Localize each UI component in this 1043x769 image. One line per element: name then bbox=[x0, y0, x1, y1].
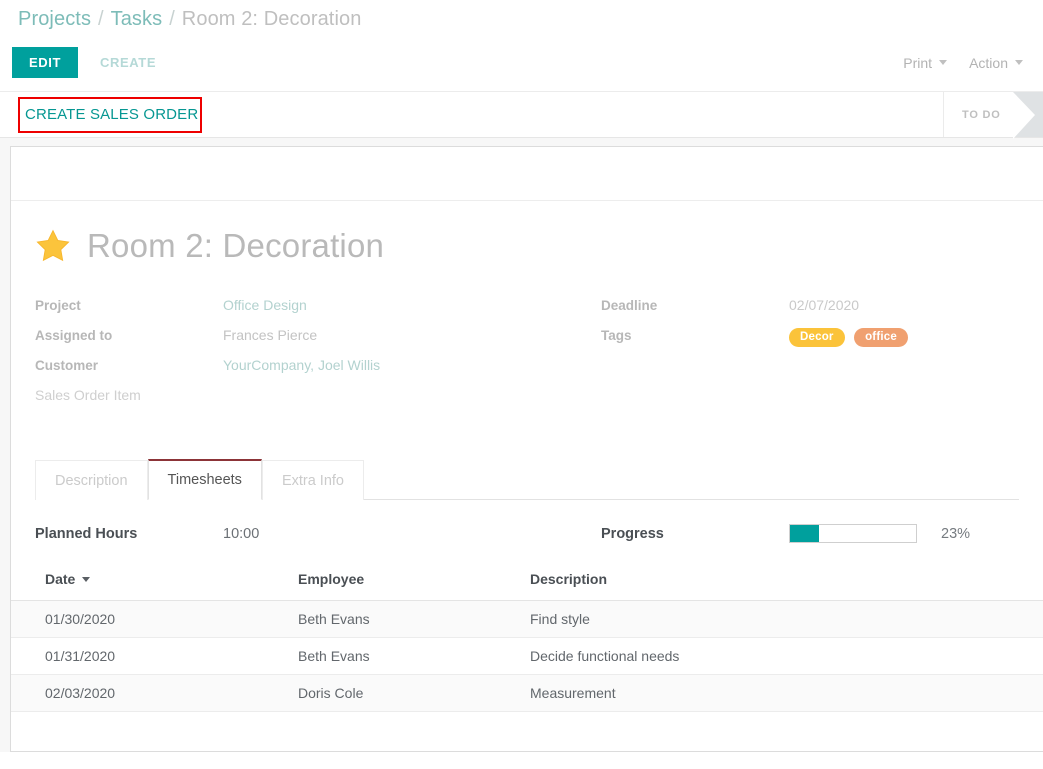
cell-employee: Doris Cole bbox=[298, 675, 530, 712]
field-customer: Customer YourCompany, Joel Willis bbox=[35, 357, 527, 387]
timesheet-summary-row: Planned Hours 10:00 Progress 23% bbox=[11, 500, 1043, 565]
progress-group: Progress 23% bbox=[527, 524, 1019, 543]
planned-hours-value[interactable]: 10:00 bbox=[223, 526, 259, 542]
tab-extra-info[interactable]: Extra Info bbox=[262, 460, 364, 500]
breadcrumb-item-tasks[interactable]: Tasks bbox=[111, 8, 163, 31]
action-menu[interactable]: Action bbox=[969, 55, 1023, 71]
tab-pane-timesheets: Planned Hours 10:00 Progress 23% bbox=[11, 500, 1043, 712]
field-label-project: Project bbox=[35, 298, 223, 313]
tag-office[interactable]: office bbox=[854, 328, 908, 347]
sheet-background: Room 2: Decoration Project Office Design… bbox=[0, 138, 1043, 752]
field-value-assigned-to[interactable]: Frances Pierce bbox=[223, 327, 317, 343]
cell-description: Measurement bbox=[530, 675, 1043, 712]
form-grid: Project Office Design Assigned to France… bbox=[35, 297, 1019, 417]
print-menu-label: Print bbox=[903, 55, 932, 71]
sort-desc-icon bbox=[82, 577, 90, 582]
field-value-customer[interactable]: YourCompany, Joel Willis bbox=[223, 357, 380, 373]
column-header-date[interactable]: Date bbox=[11, 565, 298, 601]
field-value-tags: Decor office bbox=[789, 327, 913, 347]
table-row[interactable]: 01/30/2020 Beth Evans Find style bbox=[11, 601, 1043, 638]
cell-date: 01/31/2020 bbox=[11, 638, 298, 675]
field-assigned-to: Assigned to Frances Pierce bbox=[35, 327, 527, 357]
notebook: Description Timesheets Extra Info bbox=[11, 459, 1043, 500]
field-label-customer: Customer bbox=[35, 358, 223, 373]
planned-hours-group: Planned Hours 10:00 bbox=[35, 524, 527, 543]
column-header-employee[interactable]: Employee bbox=[298, 565, 530, 601]
breadcrumb-separator: / bbox=[98, 8, 104, 31]
tag-decor[interactable]: Decor bbox=[789, 328, 845, 347]
action-menu-label: Action bbox=[969, 55, 1008, 71]
breadcrumb-separator: / bbox=[169, 8, 175, 31]
cell-employee: Beth Evans bbox=[298, 601, 530, 638]
star-icon[interactable] bbox=[35, 228, 71, 264]
cell-description: Find style bbox=[530, 601, 1043, 638]
page-title: Room 2: Decoration bbox=[87, 227, 384, 265]
chevron-down-icon bbox=[939, 60, 947, 65]
cell-description: Decide functional needs bbox=[530, 638, 1043, 675]
field-label-deadline: Deadline bbox=[601, 298, 789, 313]
title-row: Room 2: Decoration bbox=[35, 227, 1019, 265]
form-column-right: Deadline 02/07/2020 Tags Decor office bbox=[527, 297, 1019, 417]
create-button[interactable]: CREATE bbox=[86, 46, 170, 79]
field-label-tags: Tags bbox=[601, 328, 789, 343]
column-header-date-label: Date bbox=[45, 571, 75, 587]
create-sales-order-button[interactable]: CREATE SALES ORDER bbox=[25, 106, 198, 123]
cell-date: 02/03/2020 bbox=[11, 675, 298, 712]
field-label-assigned-to: Assigned to bbox=[35, 328, 223, 343]
field-project: Project Office Design bbox=[35, 297, 527, 327]
field-value-project[interactable]: Office Design bbox=[223, 297, 307, 313]
breadcrumb-item-projects[interactable]: Projects bbox=[18, 8, 91, 31]
sheet-body: Room 2: Decoration Project Office Design… bbox=[11, 201, 1043, 417]
control-panel: EDIT CREATE Print Action bbox=[0, 34, 1043, 91]
form-column-left: Project Office Design Assigned to France… bbox=[35, 297, 527, 417]
progress-label: Progress bbox=[601, 526, 789, 542]
timesheet-table: Date Employee Description 01/30/2020 Bet… bbox=[11, 565, 1043, 712]
action-bar: CREATE SALES ORDER TO DO bbox=[0, 91, 1043, 138]
edit-button[interactable]: EDIT bbox=[12, 47, 78, 78]
column-header-description[interactable]: Description bbox=[530, 565, 1043, 601]
progress-percent: 23% bbox=[941, 526, 970, 542]
progress-bar-fill bbox=[790, 525, 819, 542]
breadcrumb: Projects / Tasks / Room 2: Decoration bbox=[0, 0, 1043, 34]
form-sheet: Room 2: Decoration Project Office Design… bbox=[10, 146, 1043, 752]
field-sales-order-item: Sales Order Item bbox=[35, 387, 527, 417]
table-row[interactable]: 02/03/2020 Doris Cole Measurement bbox=[11, 675, 1043, 712]
cell-employee: Beth Evans bbox=[298, 638, 530, 675]
tab-description[interactable]: Description bbox=[35, 460, 148, 500]
tab-list: Description Timesheets Extra Info bbox=[35, 459, 1019, 500]
field-label-sales-order-item: Sales Order Item bbox=[35, 387, 223, 403]
cell-date: 01/30/2020 bbox=[11, 601, 298, 638]
progress-bar[interactable] bbox=[789, 524, 917, 543]
stat-button-box bbox=[11, 147, 1043, 201]
tab-timesheets[interactable]: Timesheets bbox=[148, 459, 262, 500]
field-value-deadline[interactable]: 02/07/2020 bbox=[789, 297, 859, 313]
status-badge-todo[interactable]: TO DO bbox=[944, 92, 1013, 137]
field-tags: Tags Decor office bbox=[601, 327, 1019, 357]
field-deadline: Deadline 02/07/2020 bbox=[601, 297, 1019, 327]
table-row[interactable]: 01/31/2020 Beth Evans Decide functional … bbox=[11, 638, 1043, 675]
table-header-row: Date Employee Description bbox=[11, 565, 1043, 601]
control-panel-right: Print Action bbox=[903, 55, 1023, 71]
statusbar: TO DO bbox=[943, 92, 1043, 137]
chevron-down-icon bbox=[1015, 60, 1023, 65]
print-menu[interactable]: Print bbox=[903, 55, 947, 71]
breadcrumb-current: Room 2: Decoration bbox=[182, 8, 362, 31]
planned-hours-label: Planned Hours bbox=[35, 526, 223, 542]
